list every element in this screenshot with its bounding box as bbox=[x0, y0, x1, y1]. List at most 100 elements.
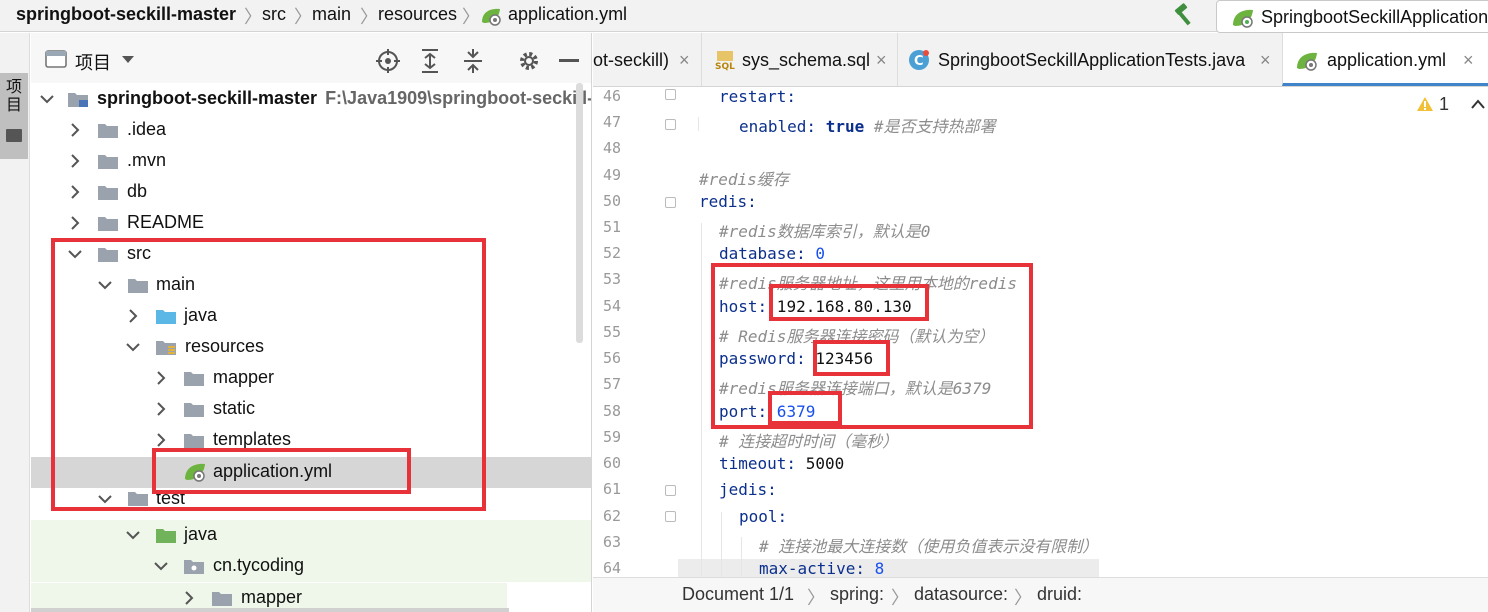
tree-row-test[interactable]: test bbox=[31, 489, 591, 509]
tree-item-label: cn.tycoding bbox=[213, 555, 305, 575]
yaml-path-druid[interactable]: druid: bbox=[1037, 584, 1082, 605]
tree-row-static[interactable]: static bbox=[31, 394, 591, 425]
tree-item-label: src bbox=[127, 243, 151, 263]
line-number: 51 bbox=[602, 218, 621, 236]
code-line-54: host: 192.168.80.130 bbox=[719, 297, 912, 316]
line-number: 59 bbox=[602, 428, 621, 446]
code-line-57: #redis服务器连接端口，默认是6379 bbox=[719, 379, 992, 398]
close-icon[interactable]: × bbox=[1463, 50, 1474, 71]
breadcrumb-src[interactable]: src bbox=[262, 4, 286, 25]
breadcrumb-separator: 〉 bbox=[807, 588, 825, 608]
project-tool-window-tab[interactable]: 项目 bbox=[0, 73, 28, 159]
tree-row-src[interactable]: src bbox=[31, 239, 591, 270]
tab-sys-schema[interactable]: SQL sys_schema.sql × bbox=[701, 33, 897, 86]
chevron-down-icon[interactable] bbox=[97, 277, 113, 293]
expand-all-icon[interactable] bbox=[419, 49, 441, 73]
chevron-right-icon[interactable] bbox=[67, 122, 83, 138]
svg-text:SQL: SQL bbox=[715, 62, 735, 71]
svg-text:C: C bbox=[914, 54, 924, 69]
fold-marker[interactable] bbox=[665, 197, 676, 208]
fold-marker[interactable] bbox=[665, 511, 676, 522]
line-number: 53 bbox=[602, 270, 621, 288]
yaml-value: 192.168.80.130 bbox=[767, 297, 912, 316]
tree-row-db[interactable]: db bbox=[31, 177, 591, 208]
tree-item-label: main bbox=[156, 274, 196, 294]
tree-row-test-java[interactable]: java bbox=[31, 520, 591, 551]
chevron-down-icon[interactable] bbox=[121, 55, 135, 65]
fold-marker[interactable] bbox=[665, 485, 676, 496]
gear-icon[interactable] bbox=[517, 49, 541, 73]
chevron-down-icon[interactable] bbox=[67, 246, 83, 262]
run-configuration-selector[interactable]: SpringbootSeckillApplication bbox=[1216, 0, 1488, 33]
chevron-right-icon[interactable] bbox=[67, 153, 83, 169]
close-icon[interactable]: × bbox=[679, 50, 690, 71]
fold-marker[interactable] bbox=[665, 119, 676, 130]
line-number: 55 bbox=[602, 323, 621, 341]
tree-row-mapper[interactable]: mapper bbox=[31, 363, 591, 394]
yaml-key: port: bbox=[719, 402, 768, 421]
chevron-down-icon[interactable] bbox=[39, 91, 55, 107]
breadcrumb-project[interactable]: springboot-seckill-master bbox=[16, 4, 236, 25]
tree-row-templates[interactable]: templates bbox=[31, 425, 591, 456]
chevron-right-icon[interactable] bbox=[125, 308, 141, 324]
folder-icon bbox=[128, 279, 148, 293]
chevron-down-icon[interactable] bbox=[125, 339, 141, 355]
breadcrumb-file[interactable]: application.yml bbox=[508, 4, 627, 25]
breadcrumb-main[interactable]: main bbox=[312, 4, 351, 25]
line-number: 48 bbox=[602, 139, 621, 157]
close-icon[interactable]: × bbox=[1260, 50, 1271, 71]
java-class-icon: C bbox=[909, 50, 929, 70]
yaml-path-spring[interactable]: spring: bbox=[830, 584, 884, 605]
yaml-value: 0 bbox=[805, 244, 825, 263]
tree-row-mvn[interactable]: .mvn bbox=[31, 146, 591, 177]
chevron-down-icon[interactable] bbox=[153, 558, 169, 574]
build-hammer-icon[interactable] bbox=[1172, 3, 1196, 27]
close-icon[interactable]: × bbox=[876, 50, 887, 71]
folder-icon bbox=[184, 372, 204, 386]
tab-application-yml[interactable]: application.yml × bbox=[1282, 33, 1488, 86]
locate-icon[interactable] bbox=[376, 49, 400, 73]
stripe-label: 项目 bbox=[6, 79, 23, 114]
chevron-right-icon[interactable] bbox=[67, 184, 83, 200]
breadcrumb-resources[interactable]: resources bbox=[378, 4, 457, 25]
tree-item-label: .idea bbox=[127, 119, 167, 139]
code-line-64: max-active: 8 bbox=[759, 559, 884, 577]
tree-row-readme[interactable]: README bbox=[31, 208, 591, 239]
code-line-46: restart: bbox=[719, 87, 797, 106]
tree-row-package[interactable]: cn.tycoding bbox=[31, 551, 591, 582]
root-name: springboot-seckill-master bbox=[97, 88, 318, 108]
tab-tests-java[interactable]: C SpringbootSeckillApplicationTests.java… bbox=[897, 33, 1282, 86]
project-scrollbar[interactable] bbox=[576, 83, 583, 343]
tree-row-main[interactable]: main bbox=[31, 270, 591, 301]
chevron-right-icon[interactable] bbox=[67, 215, 83, 231]
indent-guide bbox=[741, 537, 742, 577]
tree-row-idea[interactable]: .idea bbox=[31, 115, 591, 146]
yaml-key: password: bbox=[719, 349, 806, 368]
yaml-path-datasource[interactable]: datasource: bbox=[914, 584, 1008, 605]
chevron-right-icon[interactable] bbox=[153, 432, 169, 448]
project-view-label[interactable]: 项目 bbox=[75, 49, 111, 75]
inspection-widget[interactable]: 1 bbox=[1416, 94, 1486, 115]
tree-row-java[interactable]: java bbox=[31, 301, 591, 332]
chevron-right-icon[interactable] bbox=[181, 590, 197, 606]
chevron-up-icon[interactable] bbox=[1470, 98, 1486, 110]
chevron-right-icon[interactable] bbox=[153, 370, 169, 386]
tree-row-resources[interactable]: resources bbox=[31, 332, 591, 363]
chevron-down-icon[interactable] bbox=[125, 527, 141, 543]
tree-row-application-yml[interactable]: application.yml bbox=[31, 457, 591, 488]
collapse-all-icon[interactable] bbox=[462, 49, 484, 73]
line-number: 60 bbox=[602, 454, 621, 472]
document-indicator[interactable]: Document 1/1 bbox=[682, 584, 794, 605]
hide-minus-icon[interactable] bbox=[559, 59, 579, 63]
horizontal-scrollbar[interactable] bbox=[31, 608, 509, 612]
run-config-label: SpringbootSeckillApplication bbox=[1261, 7, 1488, 27]
line-number: 49 bbox=[602, 166, 621, 184]
code-editor[interactable]: 46 47 48 49 50 51 52 53 54 55 56 57 58 5… bbox=[593, 87, 1488, 577]
tree-row-root[interactable]: springboot-seckill-master F:\Java1909\spr… bbox=[31, 84, 591, 115]
fold-marker[interactable] bbox=[665, 89, 676, 100]
chevron-right-icon[interactable] bbox=[153, 401, 169, 417]
yaml-value: 123456 bbox=[805, 349, 874, 368]
chevron-down-icon[interactable] bbox=[97, 491, 113, 507]
project-view-icon bbox=[45, 50, 67, 68]
tab-application-partial[interactable]: ot-seckill) × bbox=[593, 33, 701, 86]
